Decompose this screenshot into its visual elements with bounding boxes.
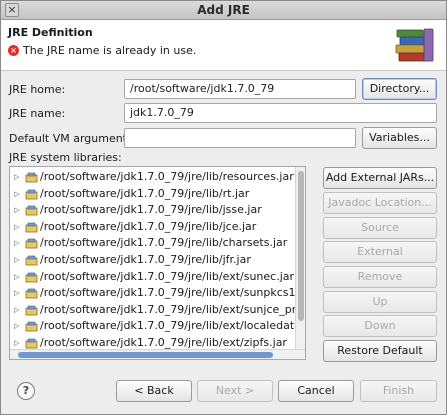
library-path: /root/software/jdk1.7.0_79/jre/lib/ext/s… [40,269,295,283]
back-button[interactable]: < Back [116,380,192,402]
jar-icon [25,205,38,216]
next-button[interactable]: Next > [197,380,273,402]
jar-icon [25,322,38,332]
library-row[interactable]: ▷ /root/software/jdk1.7.0_79/jre/lib/ext/… [10,285,305,302]
library-list[interactable]: ▷ /root/software/jdk1.7.0_79/jre/lib/reso… [9,166,306,360]
jar-icon [25,338,38,349]
expand-arrow-icon[interactable]: ▷ [14,219,19,235]
expand-arrow-icon[interactable]: ▷ [14,169,19,185]
library-path: /root/software/jdk1.7.0_79/jre/lib/rt.ja… [40,186,250,200]
expand-arrow-icon[interactable]: ▷ [14,252,19,268]
expand-arrow-icon[interactable]: ▷ [14,318,19,334]
expand-arrow-icon[interactable]: ▷ [14,235,19,251]
jre-home-label: JRE home: [9,83,66,96]
library-path: /root/software/jdk1.7.0_79/jre/lib/jce.j… [40,219,257,233]
restore-default-button[interactable]: Restore Default [323,340,437,362]
page-title: JRE Definition [8,26,93,39]
expand-arrow-icon[interactable]: ▷ [14,202,19,218]
error-message: The JRE name is already in use. [23,44,197,57]
jar-icon [25,239,38,249]
cancel-button[interactable]: Cancel [278,380,354,402]
jar-icon [25,305,38,316]
javadoc-location-button[interactable]: Javadoc Location... [323,192,437,214]
add-external-jars-button[interactable]: Add External JARs... [323,167,437,189]
add-jre-dialog: × Add JRE JRE Definition × The JRE name … [0,0,447,415]
jar-icon [25,222,38,233]
jar-icon [25,189,38,199]
library-path: /root/software/jdk1.7.0_79/jre/lib/resou… [40,170,294,183]
expand-arrow-icon[interactable]: ▷ [14,285,19,301]
jar-icon [25,172,38,183]
error-icon: × [8,45,19,56]
vm-arguments-label: Default VM arguments: [9,132,137,145]
jar-icon [25,255,38,266]
jar-icon [25,272,38,282]
jre-name-field[interactable]: jdk1.7.0_79 [124,103,437,123]
vertical-scrollbar[interactable] [295,167,305,349]
expand-arrow-icon[interactable]: ▷ [14,269,19,285]
help-icon[interactable]: ? [17,382,35,400]
header-banner: JRE Definition × The JRE name is already… [1,20,446,71]
horizontal-scroll-thumb[interactable] [18,352,273,358]
down-button[interactable]: Down [323,315,437,337]
source-attachment-button[interactable]: Source Attachment... [323,217,437,254]
external-annotations-button[interactable]: External annotations... [323,241,437,278]
books-icon [395,28,434,62]
jre-name-label: JRE name: [9,107,66,120]
library-path: /root/software/jdk1.7.0_79/jre/lib/chars… [40,236,288,250]
expand-arrow-icon[interactable]: ▷ [14,302,19,318]
library-row[interactable]: ▷ /root/software/jdk1.7.0_79/jre/lib/jfr.… [10,252,296,269]
library-row[interactable]: ▷ /root/software/jdk1.7.0_79/jre/lib/char… [10,235,296,252]
library-path: /root/software/jdk1.7.0_79/jre/lib/jfr.j… [40,252,251,266]
variables-button[interactable]: Variables... [362,127,437,149]
library-path: /root/software/jdk1.7.0_79/jre/lib/ext/s… [40,286,306,300]
window-title: Add JRE [197,3,250,17]
library-path: /root/software/jdk1.7.0_79/jre/lib/ext/s… [40,302,306,316]
directory-button[interactable]: Directory... [362,78,437,100]
jar-icon [25,288,38,299]
expand-arrow-icon[interactable]: ▷ [14,186,19,202]
library-row[interactable]: ▷ /root/software/jdk1.7.0_79/jre/lib/ext/… [10,318,305,335]
library-row[interactable]: ▷ /root/software/jdk1.7.0_79/jre/lib/ext/… [10,269,296,286]
jre-home-field[interactable]: /root/software/jdk1.7.0_79 [124,79,356,99]
finish-button[interactable]: Finish [360,380,437,402]
library-row[interactable]: ▷ /root/software/jdk1.7.0_79/jre/lib/jsse… [10,202,296,219]
library-row[interactable]: ▷ /root/software/jdk1.7.0_79/jre/lib/jce.… [10,219,296,236]
up-button[interactable]: Up [323,291,437,313]
library-row[interactable]: ▷ /root/software/jdk1.7.0_79/jre/lib/ext/… [10,302,305,319]
library-row[interactable]: ▷ /root/software/jdk1.7.0_79/jre/lib/rt.j… [10,186,296,203]
library-path: /root/software/jdk1.7.0_79/jre/lib/jsse.… [40,203,262,217]
title-bar: × Add JRE [1,1,446,20]
vertical-scroll-thumb[interactable] [298,171,304,321]
library-path: /root/software/jdk1.7.0_79/jre/lib/ext/l… [40,319,306,333]
vm-arguments-field[interactable] [124,128,356,148]
library-row[interactable]: ▷ /root/software/jdk1.7.0_79/jre/lib/reso… [10,169,296,186]
horizontal-scrollbar[interactable] [10,349,305,359]
libraries-label: JRE system libraries: [9,151,122,164]
remove-button[interactable]: Remove [323,266,437,288]
